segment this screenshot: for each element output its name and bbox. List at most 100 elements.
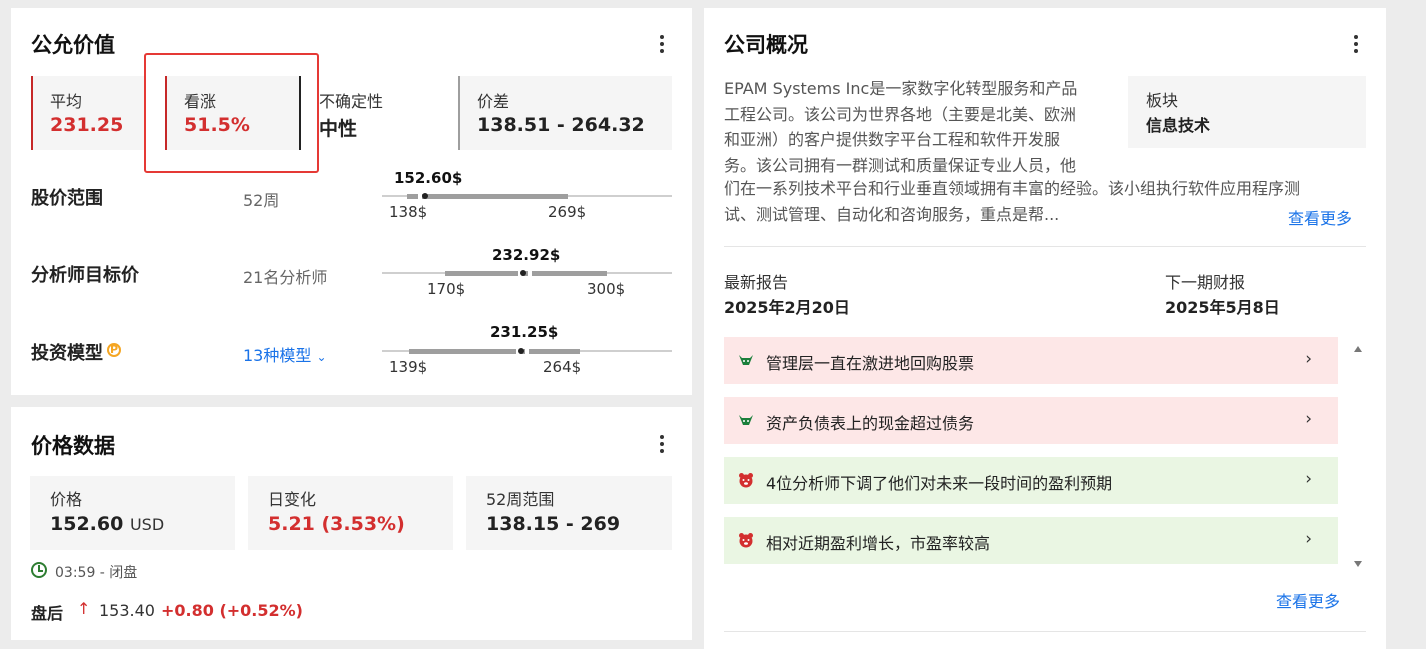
latest-report-value: 2025年2月20日 bbox=[724, 298, 850, 317]
price-data-title: 价格数据 bbox=[31, 434, 115, 458]
spread-label: 价差 bbox=[477, 92, 510, 111]
average-box: 平均 231.25 bbox=[31, 76, 145, 150]
price-range-title: 股价范围 bbox=[31, 188, 103, 209]
upside-highlight bbox=[144, 53, 319, 173]
description-line: EPAM Systems Inc是一家数字化转型服务和产品 bbox=[724, 79, 1078, 98]
fair-value-card: 公允价值 平均 231.25 看涨 51.5% 不确定性 中性 价差 138.5… bbox=[11, 8, 692, 395]
see-more-insights-link[interactable]: 查看更多 bbox=[1276, 588, 1340, 612]
insight-item[interactable]: 管理层一直在激进地回购股票 › bbox=[724, 337, 1338, 384]
analyst-target-track bbox=[382, 269, 672, 277]
latest-report-label: 最新报告 bbox=[724, 273, 789, 292]
insight-text: 管理层一直在激进地回购股票 bbox=[766, 354, 975, 373]
price-value: 152.60 bbox=[50, 513, 124, 535]
insight-item[interactable]: 资产负债表上的现金超过债务 › bbox=[724, 397, 1338, 444]
next-report-label: 下一期财报 bbox=[1165, 273, 1246, 292]
after-hours-change: +0.80 (+0.52%) bbox=[161, 601, 303, 620]
divider bbox=[724, 246, 1366, 247]
next-report-value: 2025年5月8日 bbox=[1165, 298, 1280, 317]
price-data-card: 价格数据 价格 152.60 USD 日变化 5.21 (3.53%) 52周范… bbox=[11, 407, 692, 640]
uncertainty-label: 不确定性 bbox=[319, 92, 384, 111]
range-52w-value: 138.15 - 269 bbox=[486, 513, 621, 535]
chevron-down-icon: ⌄ bbox=[316, 350, 327, 364]
day-change-value: 5.21 (3.53%) bbox=[268, 513, 405, 535]
sector-box: 板块 信息技术 bbox=[1128, 76, 1366, 148]
valuation-model-marker bbox=[518, 348, 524, 354]
spread-box: 价差 138.51 - 264.32 bbox=[458, 76, 672, 150]
market-status: 03:59 - 闭盘 bbox=[55, 565, 138, 581]
analyst-target-current: 232.92$ bbox=[492, 246, 561, 264]
range-52w-box: 52周范围 138.15 - 269 bbox=[466, 476, 672, 550]
scroll-down-icon[interactable] bbox=[1354, 561, 1362, 567]
price-label: 价格 bbox=[50, 490, 83, 509]
valuation-model-title: 投资模型 bbox=[31, 343, 103, 364]
insight-text: 相对近期盈利增长，市盈率较高 bbox=[766, 534, 991, 553]
uncertainty-box: 不确定性 中性 bbox=[301, 76, 449, 150]
price-unit: USD bbox=[129, 515, 165, 534]
average-label: 平均 bbox=[50, 92, 83, 111]
after-hours-label: 盘后 bbox=[31, 604, 64, 623]
description-line: 试、测试管理、自动化和咨询服务，重点是帮... bbox=[724, 204, 1060, 224]
spread-value: 138.51 - 264.32 bbox=[477, 114, 645, 136]
valuation-model-max: 264$ bbox=[543, 358, 582, 376]
models-dropdown[interactable]: 13种模型 ⌄ bbox=[243, 342, 327, 366]
insight-text: 4位分析师下调了他们对未来一段时间的盈利预期 bbox=[766, 474, 1113, 493]
company-title: 公司概况 bbox=[724, 33, 808, 57]
analyst-target-row: 分析师目标价 21名分析师 232.92$ 170$ 300$ bbox=[11, 246, 692, 306]
pro-icon[interactable]: P bbox=[107, 343, 121, 357]
bull-icon bbox=[739, 355, 753, 365]
price-range-row: 股价范围 52周 152.60$ 138$ 269$ bbox=[11, 168, 692, 228]
fair-value-title: 公允价值 bbox=[31, 33, 115, 57]
divider bbox=[724, 631, 1366, 632]
price-range-min: 138$ bbox=[389, 203, 428, 221]
price-value-wrap: 152.60 USD bbox=[50, 513, 164, 535]
price-box: 价格 152.60 USD bbox=[30, 476, 235, 550]
bear-icon bbox=[739, 473, 753, 488]
uncertainty-value: 中性 bbox=[319, 118, 358, 140]
chevron-right-icon: › bbox=[1305, 529, 1312, 549]
day-change-box: 日变化 5.21 (3.53%) bbox=[248, 476, 453, 550]
sector-value: 信息技术 bbox=[1146, 116, 1211, 135]
fair-value-menu-icon[interactable] bbox=[652, 32, 672, 56]
analyst-target-marker bbox=[520, 270, 526, 276]
average-value: 231.25 bbox=[50, 114, 124, 136]
valuation-model-track bbox=[382, 347, 672, 355]
clock-icon bbox=[31, 562, 47, 578]
company-description: EPAM Systems Inc是一家数字化转型服务和产品 工程公司。该公司为世… bbox=[724, 76, 1129, 178]
bull-icon bbox=[739, 415, 753, 425]
company-profile-card: 公司概况 EPAM Systems Inc是一家数字化转型服务和产品 工程公司。… bbox=[704, 8, 1386, 649]
analyst-target-sub: 21名分析师 bbox=[243, 268, 328, 287]
description-line: 和亚洲）的客户提供数字平台工程和软件开发服 bbox=[724, 130, 1061, 149]
day-change-label: 日变化 bbox=[268, 490, 317, 509]
company-description-continued: 们在一系列技术平台和行业垂直领域拥有丰富的经验。该小组执行软件应用程序测 试、测… bbox=[724, 176, 1364, 227]
price-range-current: 152.60$ bbox=[394, 169, 463, 187]
insight-item[interactable]: 4位分析师下调了他们对未来一段时间的盈利预期 › bbox=[724, 457, 1338, 504]
price-range-sub: 52周 bbox=[243, 191, 280, 210]
sector-label: 板块 bbox=[1146, 91, 1179, 110]
analyst-target-min: 170$ bbox=[427, 280, 466, 298]
valuation-model-row: 投资模型 P 13种模型 ⌄ 231.25$ 139$ 264$ bbox=[11, 323, 692, 383]
price-range-marker bbox=[422, 193, 428, 199]
analyst-target-max: 300$ bbox=[587, 280, 626, 298]
description-line: 工程公司。该公司为世界各地（主要是北美、欧洲 bbox=[724, 104, 1077, 124]
range-52w-label: 52周范围 bbox=[486, 490, 555, 509]
valuation-model-title-wrap: 投资模型 P bbox=[31, 339, 121, 365]
insight-item[interactable]: 相对近期盈利增长，市盈率较高 › bbox=[724, 517, 1338, 564]
price-data-menu-icon[interactable] bbox=[652, 432, 672, 456]
analyst-target-title: 分析师目标价 bbox=[31, 265, 139, 286]
chevron-right-icon: › bbox=[1305, 349, 1312, 369]
models-dropdown-label: 13种模型 bbox=[243, 346, 312, 365]
after-hours-price: 153.40 bbox=[99, 601, 155, 620]
company-menu-icon[interactable] bbox=[1346, 32, 1366, 56]
see-more-description-link[interactable]: 查看更多 bbox=[1288, 205, 1352, 229]
arrow-up-icon: ↑ bbox=[77, 599, 91, 618]
valuation-model-min: 139$ bbox=[389, 358, 428, 376]
scroll-up-icon[interactable] bbox=[1354, 346, 1362, 352]
bear-icon bbox=[739, 533, 753, 548]
description-line: 务。该公司拥有一群测试和质量保证专业人员，他 bbox=[724, 155, 1077, 175]
description-line: 们在一系列技术平台和行业垂直领域拥有丰富的经验。该小组执行软件应用程序测 bbox=[724, 179, 1301, 198]
price-range-max: 269$ bbox=[548, 203, 587, 221]
chevron-right-icon: › bbox=[1305, 409, 1312, 429]
valuation-model-current: 231.25$ bbox=[490, 323, 559, 341]
price-range-track bbox=[382, 192, 672, 200]
chevron-right-icon: › bbox=[1305, 469, 1312, 489]
